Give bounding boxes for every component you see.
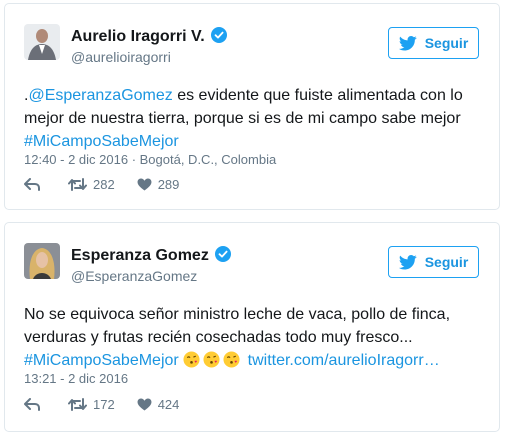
tweet-card: Esperanza Gomez @EsperanzaGomez Seguir N… xyxy=(4,222,500,432)
avatar[interactable] xyxy=(24,243,60,279)
tweet-meta[interactable]: 12:40 - 2 dic 2016 · Bogotá, D.C., Colom… xyxy=(24,152,276,167)
follow-label: Seguir xyxy=(424,35,469,51)
reply-icon xyxy=(24,398,40,411)
mention-link[interactable]: @EsperanzaGomez xyxy=(28,87,172,104)
follow-button[interactable]: Seguir xyxy=(388,27,479,59)
twitter-bird-icon xyxy=(398,254,417,269)
reply-icon xyxy=(24,178,40,191)
hashtag-link[interactable]: #MiCampoSabeMejor xyxy=(24,133,179,150)
face-blowing-kiss-emoji xyxy=(203,351,220,368)
retweet-count: 172 xyxy=(93,397,115,412)
retweet-icon xyxy=(68,398,87,411)
retweet-count: 282 xyxy=(93,177,115,192)
like-button[interactable]: 424 xyxy=(137,397,180,412)
avatar[interactable] xyxy=(24,24,60,60)
verified-badge-icon xyxy=(214,246,231,262)
author-handle[interactable]: @aurelioiragorri xyxy=(71,49,171,65)
hashtag-link[interactable]: #MiCampoSabeMejor xyxy=(24,352,179,369)
tweet-actions: 282 289 xyxy=(24,177,201,192)
like-count: 289 xyxy=(157,177,180,192)
reply-button[interactable] xyxy=(24,398,46,411)
text-body: No se equivoca señor ministro leche de v… xyxy=(24,306,451,346)
tweet-text: .@EsperanzaGomez es evidente que fuiste … xyxy=(24,84,494,153)
tweet-text: No se equivoca señor ministro leche de v… xyxy=(24,303,494,372)
tweet-actions: 172 424 xyxy=(24,397,201,412)
tweet-link[interactable]: twitter.com/aurelioIragorr… xyxy=(248,352,440,369)
follow-button[interactable]: Seguir xyxy=(388,246,479,278)
tweet-meta[interactable]: 13:21 - 2 dic 2016 xyxy=(24,371,128,386)
author-name[interactable]: Esperanza Gomez xyxy=(71,246,231,265)
like-count: 424 xyxy=(157,397,180,412)
heart-icon xyxy=(137,398,152,411)
follow-label: Seguir xyxy=(424,254,469,270)
author-handle[interactable]: @EsperanzaGomez xyxy=(71,268,197,284)
author-name[interactable]: Aurelio Iragorri V. xyxy=(71,27,227,46)
tweet-card: Aurelio Iragorri V. @aurelioiragorri Seg… xyxy=(4,3,500,210)
twitter-bird-icon xyxy=(398,35,417,50)
retweet-button[interactable]: 172 xyxy=(68,397,115,412)
face-blowing-kiss-emoji xyxy=(183,351,200,368)
retweet-button[interactable]: 282 xyxy=(68,177,115,192)
reply-button[interactable] xyxy=(24,178,46,191)
verified-badge-icon xyxy=(210,27,227,43)
heart-icon xyxy=(137,178,152,191)
like-button[interactable]: 289 xyxy=(137,177,180,192)
face-blowing-kiss-emoji xyxy=(223,351,240,368)
emoji-group xyxy=(183,351,243,369)
retweet-icon xyxy=(68,178,87,191)
